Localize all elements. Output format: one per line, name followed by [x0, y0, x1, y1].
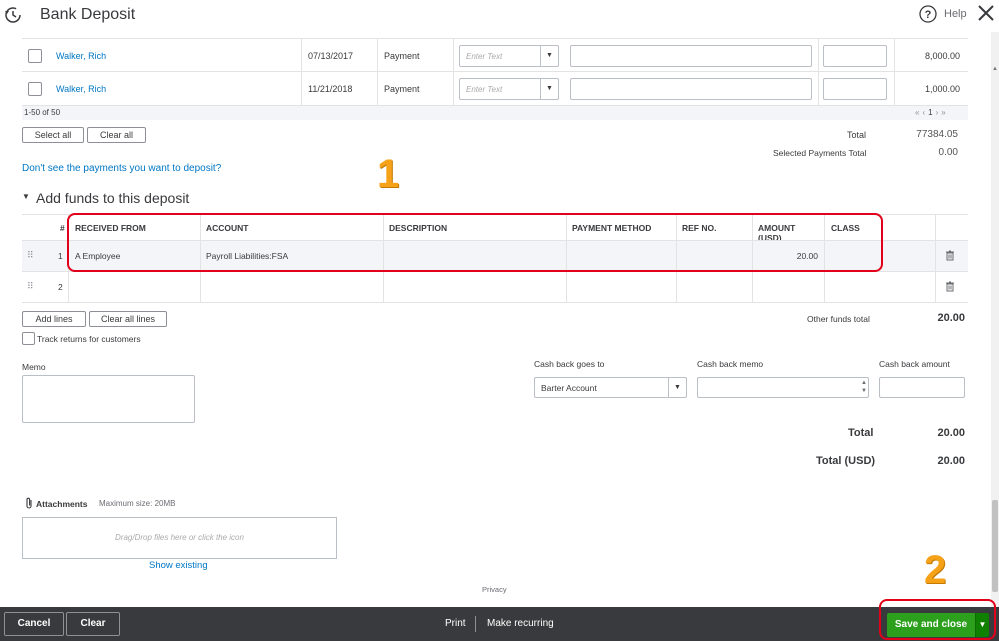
pager-nav[interactable]: «‹1›»: [915, 108, 949, 117]
cashback-memo-label: Cash back memo: [697, 359, 764, 369]
track-returns-label: Track returns for customers: [37, 334, 141, 344]
funds-section-title: Add funds to this deposit: [36, 190, 190, 206]
missing-payments-link[interactable]: Don't see the payments you want to depos…: [22, 163, 221, 174]
funds-row-border: [22, 302, 968, 303]
payment-type: Payment: [384, 51, 420, 61]
footer-divider: [475, 616, 476, 632]
close-icon[interactable]: [976, 3, 996, 23]
payment-amount: 8,000.00: [924, 51, 960, 61]
select-all-button[interactable]: Select all: [22, 127, 84, 143]
payment-row: Walker, Rich 11/21/2018 Payment Enter Te…: [22, 72, 968, 106]
other-funds-total-value: 20.00: [937, 312, 965, 324]
privacy-link[interactable]: Privacy: [482, 585, 507, 594]
selected-payments-label: Selected Payments Total: [773, 148, 867, 158]
trash-icon[interactable]: [945, 281, 955, 292]
payment-customer-link[interactable]: Walker, Rich: [56, 51, 106, 61]
clear-all-lines-button[interactable]: Clear all lines: [89, 311, 167, 327]
payment-method-placeholder: Enter Text: [466, 85, 503, 94]
history-icon[interactable]: [4, 6, 22, 24]
annotation-one: 1: [377, 152, 400, 196]
payment-amount: 1,000.00: [924, 84, 960, 94]
annotation-highlight-box: [67, 213, 883, 272]
clear-all-button[interactable]: Clear all: [87, 127, 146, 143]
payments-total-label: Total: [847, 130, 867, 140]
cashback-account-value: Barter Account: [541, 383, 597, 393]
total-usd-value: 20.00: [937, 455, 965, 467]
annotation-highlight-box-save: [879, 599, 996, 640]
scrollbar-thumb[interactable]: [992, 500, 998, 592]
scroll-up-icon[interactable]: ▲: [991, 66, 999, 72]
total-usd-label: Total (USD): [816, 455, 876, 467]
selected-payments-value: 0.00: [938, 147, 958, 158]
cashback-goes-to-label: Cash back goes to: [534, 359, 605, 369]
annotation-two: 2: [924, 548, 947, 592]
funds-row-num: 1: [58, 251, 63, 261]
print-button[interactable]: Print: [445, 618, 466, 629]
cashback-amount-input[interactable]: [879, 377, 965, 398]
make-recurring-button[interactable]: Make recurring: [487, 618, 554, 629]
drag-handle-icon[interactable]: ⠿: [27, 250, 34, 261]
attachments-max-size: Maximum size: 20MB: [99, 499, 176, 508]
payment-date: 07/13/2017: [308, 51, 354, 61]
payment-type: Payment: [384, 84, 420, 94]
col-divider: [935, 214, 936, 302]
attachments-label: Attachments: [36, 499, 88, 509]
pager-page[interactable]: 1: [928, 108, 935, 117]
payment-row: Walker, Rich 07/13/2017 Payment Enter Te…: [22, 38, 968, 73]
payment-method-select[interactable]: Enter Text ▼: [459, 45, 559, 67]
total-label: Total: [848, 427, 874, 439]
pager-last[interactable]: »: [941, 108, 948, 117]
chevron-down-icon: ▼: [540, 46, 558, 66]
chevron-down-icon: ▼: [668, 378, 686, 397]
memo-label: Memo: [22, 362, 46, 372]
payment-date: 11/21/2018: [308, 84, 353, 94]
drag-handle-icon[interactable]: ⠿: [27, 281, 34, 292]
total-value: 20.00: [937, 427, 965, 439]
pager-bar: 1-50 of 50 «‹1›»: [22, 106, 968, 120]
paperclip-icon[interactable]: [24, 497, 34, 510]
help-icon[interactable]: ?: [919, 5, 937, 23]
cashback-account-select[interactable]: Barter Account ▼: [534, 377, 687, 398]
cancel-button[interactable]: Cancel: [4, 612, 64, 636]
payment-ref-input[interactable]: [823, 78, 887, 100]
payment-ref-input[interactable]: [823, 45, 887, 67]
attachments-dropzone[interactable]: Drag/Drop files here or click the icon: [22, 517, 337, 559]
chevron-down-icon: ▼: [540, 79, 558, 99]
payment-method-placeholder: Enter Text: [466, 52, 503, 61]
payment-memo-input[interactable]: [570, 45, 812, 67]
add-lines-button[interactable]: Add lines: [22, 311, 86, 327]
header-bar: Bank Deposit ? Help: [0, 0, 999, 32]
track-returns-checkbox[interactable]: [22, 332, 35, 345]
help-link[interactable]: Help: [944, 8, 967, 20]
show-existing-link[interactable]: Show existing: [149, 560, 208, 571]
page-title: Bank Deposit: [40, 6, 136, 23]
svg-text:?: ?: [925, 9, 932, 21]
resize-stepper-icon[interactable]: ▲ ▼: [861, 379, 867, 395]
payment-customer-link[interactable]: Walker, Rich: [56, 84, 106, 94]
payment-method-select[interactable]: Enter Text ▼: [459, 78, 559, 100]
page-scrollbar[interactable]: ▲: [991, 32, 999, 607]
funds-row-num: 2: [58, 282, 63, 292]
trash-icon[interactable]: [945, 250, 955, 261]
collapse-caret-icon[interactable]: ▼: [22, 192, 30, 201]
col-num-header: #: [60, 223, 65, 233]
pager-range: 1-50 of 50: [24, 108, 61, 117]
footer-bar: Cancel Clear Print Make recurring: [0, 607, 999, 641]
clear-button[interactable]: Clear: [66, 612, 120, 636]
cashback-memo-input[interactable]: ▲ ▼: [697, 377, 869, 398]
memo-textarea[interactable]: [22, 375, 195, 423]
other-funds-total-label: Other funds total: [807, 314, 870, 324]
cashback-amount-label: Cash back amount: [879, 359, 950, 369]
payments-total-value: 77384.05: [916, 129, 958, 140]
payment-memo-input[interactable]: [570, 78, 812, 100]
